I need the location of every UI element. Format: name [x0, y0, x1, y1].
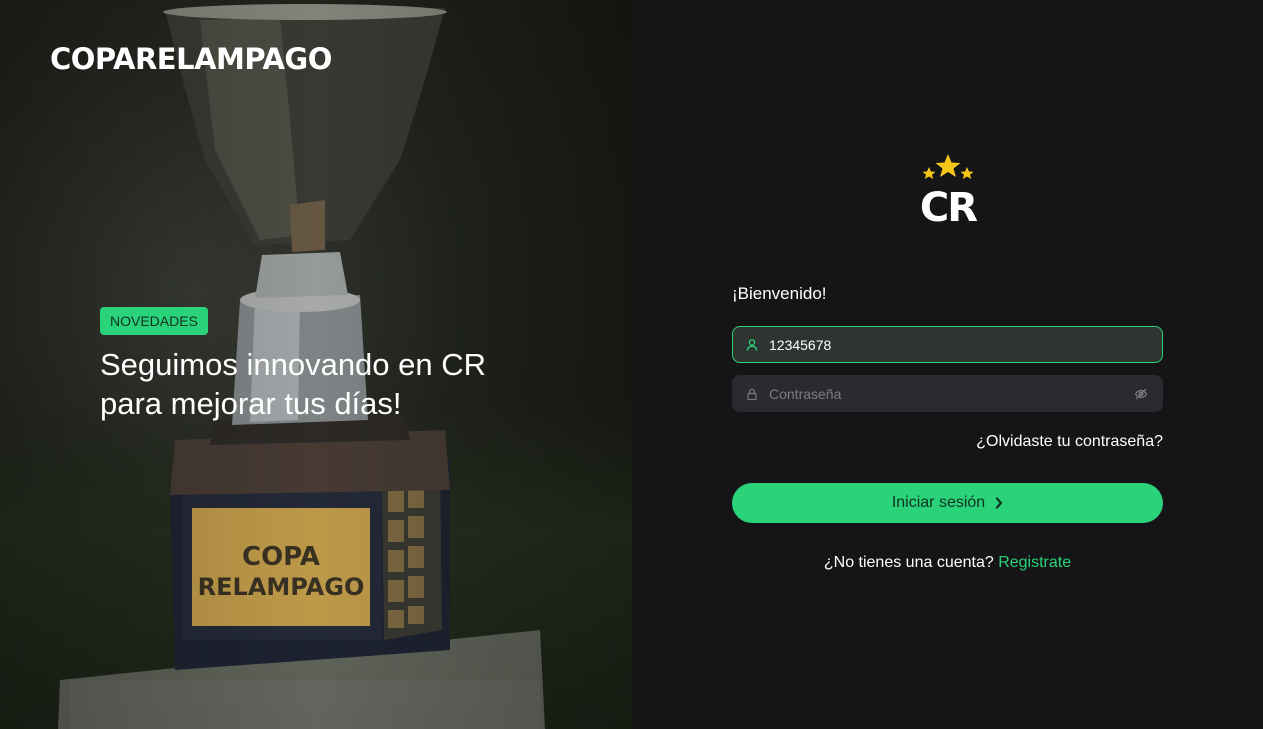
eye-off-icon[interactable]: [1134, 387, 1148, 401]
star-icon: [960, 167, 974, 179]
brand-wordmark: COPARELAMPAGO: [50, 42, 332, 76]
password-field[interactable]: [732, 375, 1163, 412]
hero-panel: COPA RELAMPAGO COPARELAMPAGO NOVEDADES S…: [0, 0, 632, 729]
chevron-right-icon: [995, 497, 1003, 509]
user-icon: [745, 338, 759, 352]
news-headline: Seguimos innovando en CR para mejorar tu…: [100, 347, 487, 421]
lock-icon: [745, 387, 759, 401]
star-icon: [935, 154, 961, 177]
login-panel: CR ¡Bienvenido! 12345678 ¿Olvidaste tu c…: [632, 0, 1263, 729]
star-icon: [922, 167, 936, 179]
signup-line: ¿No tienes una cuenta? Registrate: [732, 554, 1163, 572]
user-input[interactable]: [769, 336, 1162, 353]
password-input[interactable]: [769, 385, 1134, 402]
news-badge: NOVEDADES: [100, 307, 208, 335]
signup-prompt: ¿No tienes una cuenta?: [823, 554, 994, 571]
login-button-label: Iniciar sesión: [891, 494, 986, 511]
logo-text: CR: [920, 185, 977, 224]
signup-link[interactable]: Registrate: [998, 554, 1071, 571]
forgot-password-link[interactable]: ¿Olvidaste tu contraseña?: [976, 433, 1163, 451]
cr-logo: CR: [920, 154, 978, 224]
plaque-text-line2: RELAMPAGO: [198, 573, 365, 601]
plaque-text-line1: COPA: [242, 542, 320, 572]
login-button[interactable]: Iniciar sesión: [732, 483, 1163, 523]
login-page: COPA RELAMPAGO COPARELAMPAGO NOVEDADES S…: [0, 0, 1263, 729]
user-field[interactable]: [732, 326, 1163, 363]
welcome-heading: ¡Bienvenido!: [732, 284, 827, 303]
